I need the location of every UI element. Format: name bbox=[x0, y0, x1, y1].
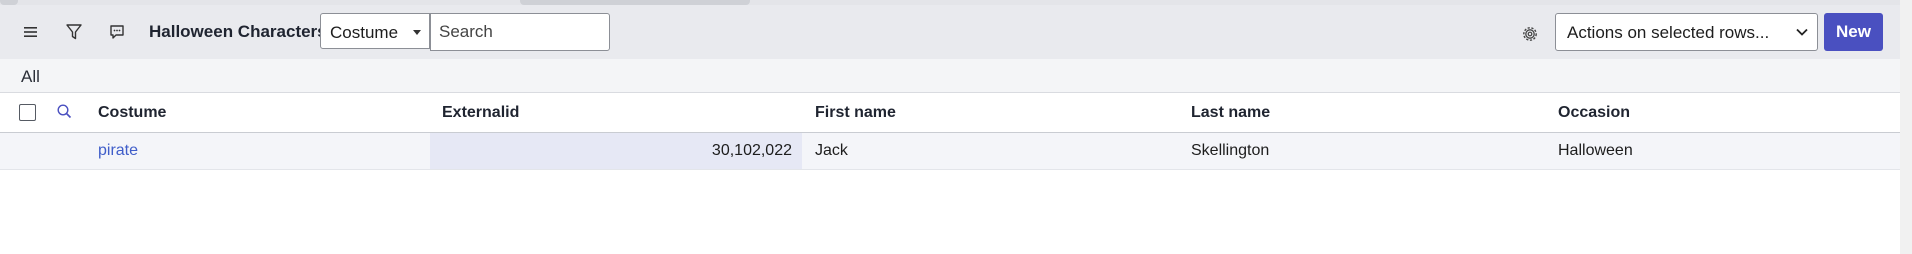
magnifier-icon[interactable] bbox=[56, 103, 73, 125]
column-header-occasion[interactable]: Occasion bbox=[1558, 104, 1630, 122]
actions-select[interactable]: Actions on selected rows... bbox=[1555, 13, 1818, 51]
vertical-scrollbar[interactable] bbox=[1900, 0, 1912, 254]
cell-last-name[interactable]: Skellington bbox=[1191, 142, 1269, 160]
actions-select-value: Actions on selected rows... bbox=[1567, 23, 1770, 42]
column-header-externalid[interactable]: Externalid bbox=[442, 104, 519, 122]
column-header-costume[interactable]: Costume bbox=[98, 104, 166, 122]
caret-down-icon bbox=[413, 30, 421, 35]
list-title: Halloween Characters bbox=[149, 22, 327, 41]
search-field-value: Costume bbox=[330, 23, 399, 42]
gear-icon[interactable] bbox=[1512, 17, 1548, 51]
cell-first-name[interactable]: Jack bbox=[815, 142, 848, 160]
cell-externalid[interactable]: 30,102,022 bbox=[430, 142, 792, 160]
column-header-first-name[interactable]: First name bbox=[815, 104, 896, 122]
list-header: Halloween Characters Costume Actions on … bbox=[0, 5, 1900, 59]
breadcrumb: All bbox=[0, 59, 1900, 93]
chat-bubble-icon[interactable] bbox=[99, 15, 135, 49]
cell-costume-link[interactable]: pirate bbox=[98, 142, 138, 160]
table-header: Costume Externalid First name Last name … bbox=[0, 93, 1900, 133]
column-header-last-name[interactable]: Last name bbox=[1191, 104, 1270, 122]
table-row: pirate 30,102,022 Jack Skellington Hallo… bbox=[0, 133, 1900, 170]
hamburger-menu-icon[interactable] bbox=[13, 15, 49, 49]
filter-funnel-icon[interactable] bbox=[56, 15, 92, 49]
new-button[interactable]: New bbox=[1824, 13, 1883, 51]
search-field-select[interactable]: Costume bbox=[320, 13, 430, 49]
chevron-down-icon bbox=[1795, 25, 1809, 44]
breadcrumb-all[interactable]: All bbox=[21, 67, 40, 87]
select-all-checkbox[interactable] bbox=[19, 104, 36, 121]
cell-occasion[interactable]: Halloween bbox=[1558, 142, 1633, 160]
search-input[interactable] bbox=[430, 13, 610, 51]
